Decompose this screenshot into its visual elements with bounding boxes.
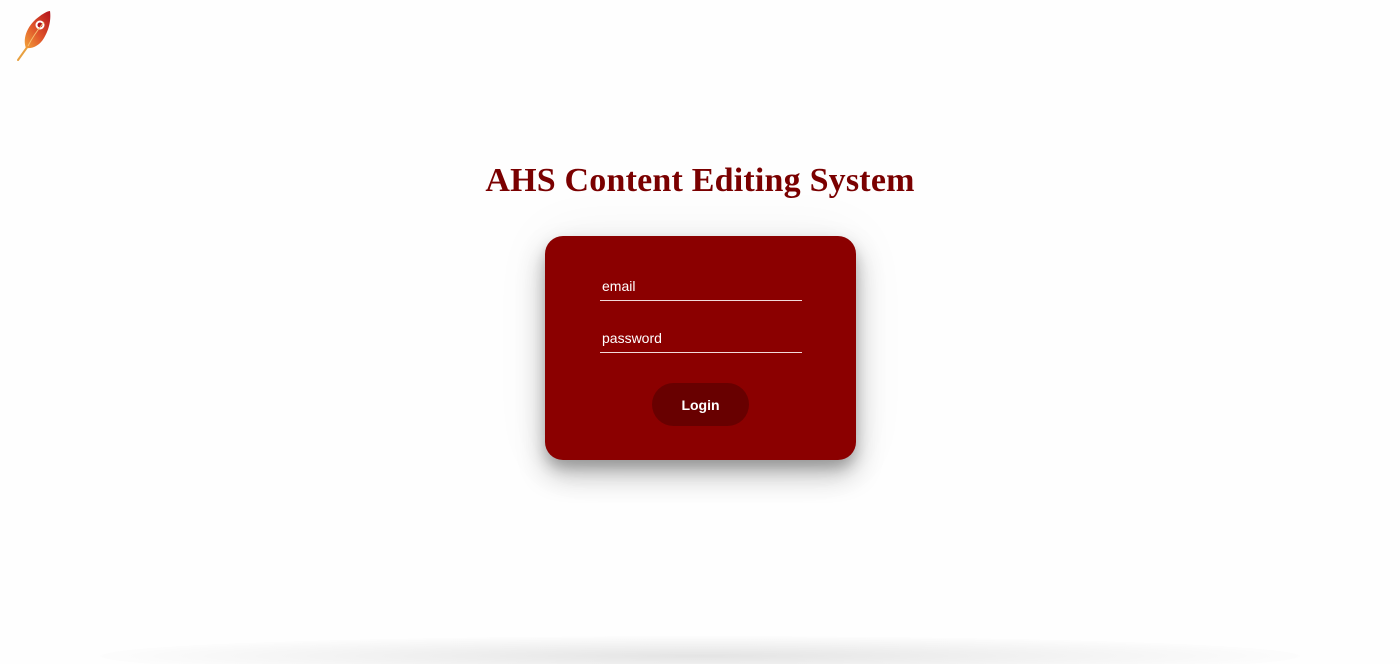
email-field[interactable] xyxy=(600,271,802,301)
password-field[interactable] xyxy=(600,323,802,353)
page-title: AHS Content Editing System xyxy=(485,162,915,199)
login-button[interactable]: Login xyxy=(652,383,749,426)
feather-logo-icon[interactable] xyxy=(14,8,54,64)
bottom-shadow xyxy=(100,636,1300,664)
login-page: AHS Content Editing System Login xyxy=(0,0,1400,664)
login-card: Login xyxy=(545,236,856,460)
